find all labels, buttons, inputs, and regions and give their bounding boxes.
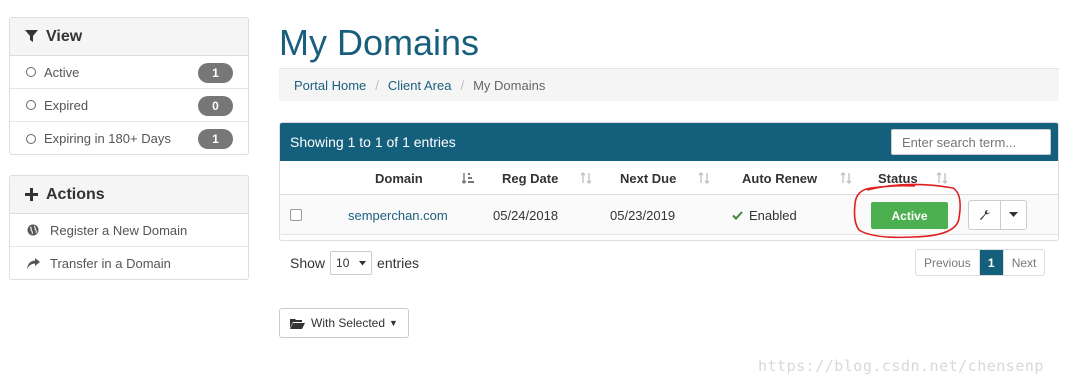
sort-icon[interactable] <box>580 161 592 195</box>
actions-dropdown-button[interactable] <box>1000 201 1026 229</box>
table-header: Domain Reg Date Next Due Auto Renew Stat… <box>280 161 1058 195</box>
actions-panel: Actions Register a New Domain Transfer i… <box>9 175 249 280</box>
breadcrumb-client-area[interactable]: Client Area <box>388 78 452 93</box>
view-filter-label: Expiring in 180+ Days <box>44 131 171 146</box>
transfer-domain-label: Transfer in a Domain <box>50 256 171 271</box>
watermark-text: https://blog.csdn.net/chensenp <box>758 357 1044 375</box>
length-suffix: entries <box>377 255 420 271</box>
search-input[interactable] <box>891 129 1051 155</box>
view-filter-active[interactable]: Active 1 <box>10 56 248 89</box>
sort-icon[interactable] <box>840 161 852 195</box>
actions-panel-title: Actions <box>46 185 105 203</box>
view-filter-label: Active <box>44 64 80 80</box>
reg-date-cell: 05/24/2018 <box>493 207 559 223</box>
domain-link[interactable]: semperchan.com <box>348 195 448 235</box>
breadcrumb-separator: / <box>375 77 379 93</box>
caret-down-icon <box>359 260 367 265</box>
filter-icon <box>24 30 38 43</box>
view-filter-expired[interactable]: Expired 0 <box>10 89 248 122</box>
plus-icon <box>24 188 38 201</box>
sort-icon[interactable] <box>936 161 948 195</box>
transfer-domain-link[interactable]: Transfer in a Domain <box>10 247 248 280</box>
share-arrow-icon <box>26 258 40 269</box>
column-header-auto-renew[interactable]: Auto Renew <box>742 161 817 195</box>
row-checkbox[interactable] <box>290 195 302 235</box>
view-panel-header: View <box>10 18 248 56</box>
auto-renew-label: Enabled <box>749 207 797 223</box>
radio-icon <box>26 133 36 144</box>
column-header-next-due[interactable]: Next Due <box>620 161 676 195</box>
sort-icon[interactable] <box>698 161 710 195</box>
view-panel-title: View <box>46 27 83 45</box>
domains-table: Showing 1 to 1 of 1 entries Domain Reg D… <box>279 122 1059 241</box>
view-filter-label: Expired <box>44 97 89 113</box>
table-info: Showing 1 to 1 of 1 entries <box>290 134 456 150</box>
page-title: My Domains <box>279 22 480 63</box>
caret-down-icon: ▼ <box>389 318 398 328</box>
pagination-previous[interactable]: Previous <box>916 250 979 275</box>
count-badge: 0 <box>198 96 233 116</box>
row-actions <box>968 200 1027 230</box>
checkbox-icon <box>290 209 302 221</box>
table-row: semperchan.com 05/24/2018 05/23/2019 Ena… <box>280 195 1058 235</box>
view-filter-expiring[interactable]: Expiring in 180+ Days 1 <box>10 122 248 155</box>
breadcrumb-separator: / <box>460 77 465 93</box>
column-header-reg-date[interactable]: Reg Date <box>502 161 558 195</box>
status-badge: Active <box>871 202 948 229</box>
breadcrumb-current: My Domains <box>473 77 546 93</box>
view-panel: View Active 1 Expired 0 Expiring in 180+… <box>9 17 249 155</box>
count-badge: 1 <box>198 129 233 149</box>
register-domain-link[interactable]: Register a New Domain <box>10 214 248 247</box>
page-length-select[interactable]: 10 <box>330 251 373 275</box>
auto-renew-cell: Enabled <box>732 195 797 235</box>
wrench-icon <box>979 209 990 220</box>
length-prefix: Show <box>290 255 326 271</box>
count-badge: 1 <box>198 63 233 83</box>
globe-icon <box>26 224 40 236</box>
breadcrumb-portal-home[interactable]: Portal Home <box>294 78 366 93</box>
length-menu: Show 10 entries <box>290 251 419 275</box>
radio-icon <box>26 100 36 110</box>
column-header-domain[interactable]: Domain <box>375 161 423 195</box>
pagination-next[interactable]: Next <box>1002 250 1045 275</box>
sort-icon[interactable] <box>462 161 474 195</box>
pagination-current-page[interactable]: 1 <box>978 250 1003 275</box>
with-selected-label: With Selected <box>311 316 386 330</box>
actions-panel-header: Actions <box>10 176 248 214</box>
next-due-cell: 05/23/2019 <box>610 207 676 223</box>
page-length-value: 10 <box>336 256 350 270</box>
checkmark-icon <box>732 208 743 223</box>
breadcrumb: Portal Home / Client Area / My Domains <box>279 68 1059 101</box>
register-domain-label: Register a New Domain <box>50 222 188 238</box>
manage-button[interactable] <box>969 201 1000 229</box>
caret-down-icon <box>1009 212 1018 217</box>
radio-icon <box>26 67 36 77</box>
table-toolbar: Showing 1 to 1 of 1 entries <box>280 123 1058 161</box>
pagination: Previous 1 Next <box>915 249 1046 276</box>
folder-open-icon <box>290 318 305 329</box>
with-selected-button[interactable]: With Selected ▼ <box>279 308 409 338</box>
column-header-status[interactable]: Status <box>878 161 918 195</box>
